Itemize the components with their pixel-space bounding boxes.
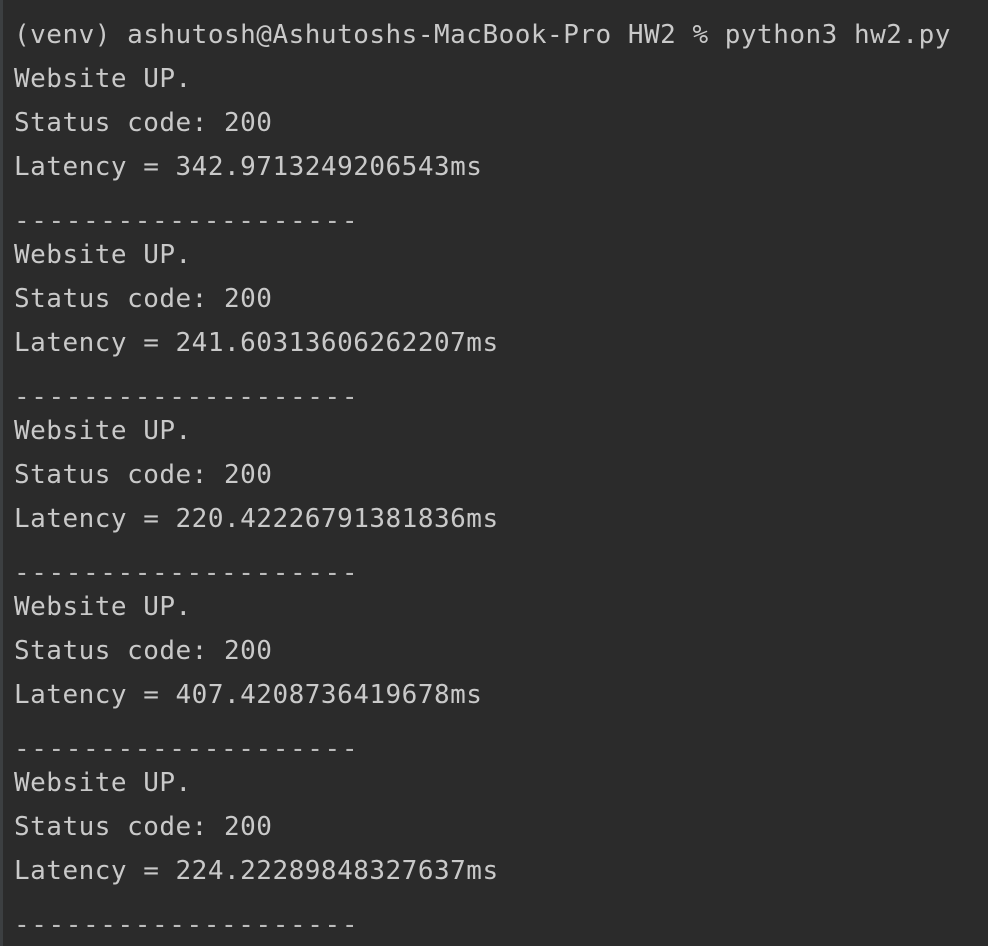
output-block-5: Website UP. Status code: 200 Latency = 2…	[14, 761, 988, 940]
status-code-line: Status code: 200	[14, 284, 273, 314]
output-block-3: Website UP. Status code: 200 Latency = 2…	[14, 409, 988, 588]
latency-line: Latency = 220.42226791381836ms	[14, 504, 499, 534]
latency-line: Latency = 342.9713249206543ms	[14, 152, 483, 182]
latency-line: Latency = 241.60313606262207ms	[14, 328, 499, 358]
separator-line: --------------------	[14, 558, 360, 588]
command-prompt-line: (venv) ashutosh@Ashutoshs-MacBook-Pro HW…	[14, 20, 951, 50]
separator-line: --------------------	[14, 910, 360, 940]
separator-line: --------------------	[14, 734, 360, 764]
separator-line: --------------------	[14, 206, 360, 236]
status-code-line: Status code: 200	[14, 108, 273, 138]
status-code-line: Status code: 200	[14, 460, 273, 490]
output-block-2: Website UP. Status code: 200 Latency = 2…	[14, 233, 988, 412]
output-block-4: Website UP. Status code: 200 Latency = 4…	[14, 585, 988, 764]
terminal-output[interactable]: (venv) ashutosh@Ashutoshs-MacBook-Pro HW…	[0, 0, 988, 946]
latency-line: Latency = 224.22289848327637ms	[14, 856, 499, 886]
separator-line: --------------------	[14, 382, 360, 412]
website-status-line: Website UP.	[14, 64, 192, 94]
status-code-line: Status code: 200	[14, 636, 273, 666]
output-block-1: Website UP. Status code: 200 Latency = 3…	[14, 57, 988, 236]
latency-line: Latency = 407.4208736419678ms	[14, 680, 483, 710]
status-code-line: Status code: 200	[14, 812, 273, 842]
